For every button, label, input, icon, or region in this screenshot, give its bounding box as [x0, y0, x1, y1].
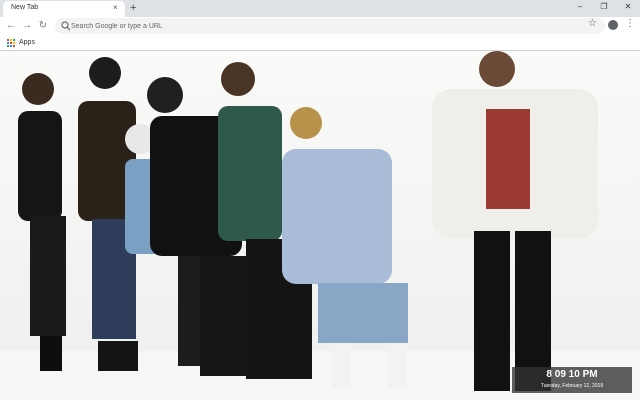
apps-dot [7, 42, 9, 44]
apps-shortcut[interactable]: Apps [19, 39, 35, 46]
profile-icon[interactable] [608, 20, 618, 30]
address-input[interactable] [71, 20, 571, 32]
close-window-button[interactable]: ✕ [618, 2, 638, 11]
star-icon[interactable]: ☆ [588, 18, 597, 29]
clock-time: 8 09 10 PM [546, 369, 598, 380]
apps-dot [13, 45, 15, 47]
clock-date: Tuesday, February 12, 2019 [540, 383, 604, 389]
apps-icon[interactable] [7, 39, 15, 47]
omnibox[interactable] [55, 18, 605, 34]
person-figure [432, 51, 598, 391]
apps-dot [13, 42, 15, 44]
apps-dot [10, 45, 12, 47]
minimize-button[interactable]: – [570, 2, 590, 11]
maximize-button[interactable]: ❐ [594, 2, 614, 11]
apps-dot [10, 39, 12, 41]
tab-new-tab[interactable]: New Tab × [3, 1, 125, 17]
tab-title: New Tab [11, 4, 39, 11]
menu-icon[interactable]: ⋮ [625, 18, 635, 29]
bookmarks-bar: Apps [0, 35, 640, 51]
apps-dot [7, 45, 9, 47]
background-image: 8 09 10 PM Tuesday, February 12, 2019 [0, 51, 640, 400]
search-icon [61, 21, 71, 31]
group-photo [18, 51, 598, 391]
clock-widget: 8 09 10 PM Tuesday, February 12, 2019 [512, 367, 632, 393]
tab-close-icon[interactable]: × [113, 3, 118, 12]
apps-dot [7, 39, 9, 41]
reload-icon[interactable]: ↻ [36, 19, 50, 33]
browser-window: New Tab × + – ❐ ✕ ← → ↻ ☆ ⋮ Apps [0, 0, 640, 400]
back-icon[interactable]: ← [4, 19, 18, 33]
toolbar: ← → ↻ ☆ ⋮ [0, 17, 640, 35]
person-figure [18, 73, 66, 371]
apps-dot [10, 42, 12, 44]
forward-icon[interactable]: → [20, 19, 34, 33]
new-tab-button[interactable]: + [130, 1, 136, 15]
tab-strip: New Tab × + – ❐ ✕ [0, 0, 640, 17]
apps-dot [13, 39, 15, 41]
